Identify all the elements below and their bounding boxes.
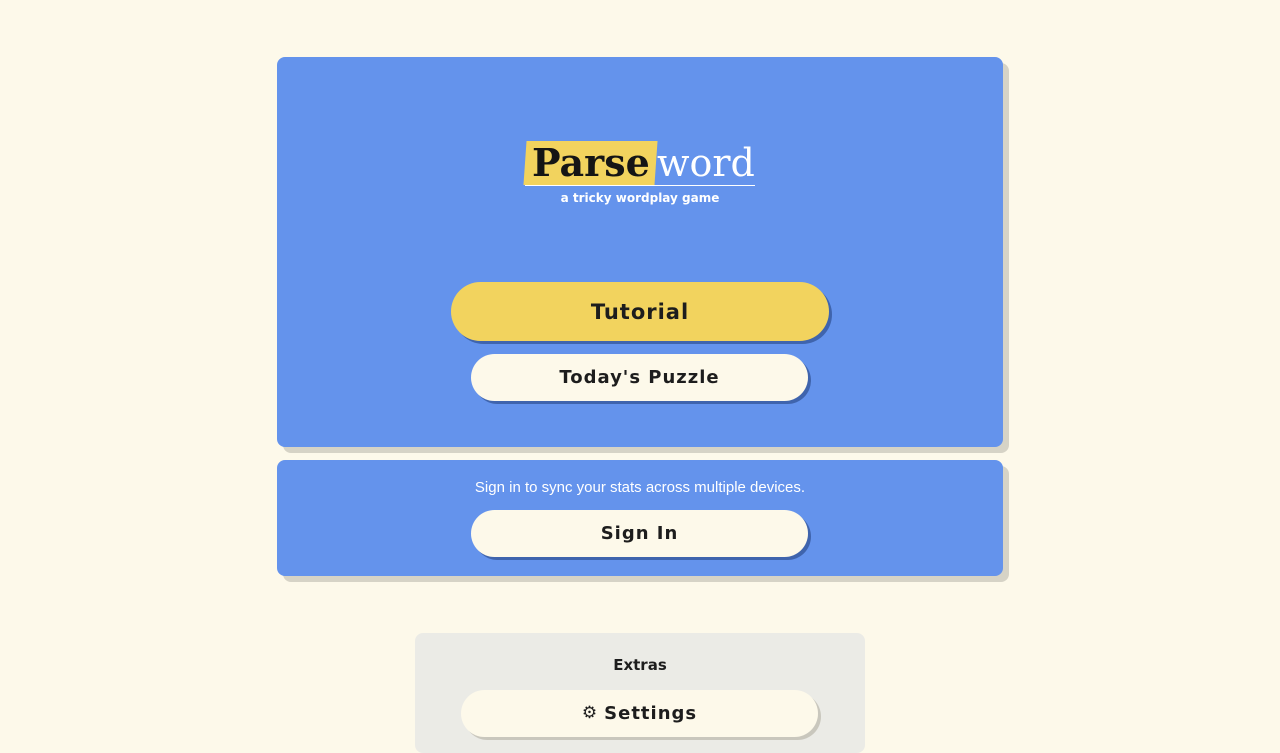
logo-highlight: Parse: [523, 140, 658, 185]
settings-button[interactable]: ⚙ Settings: [461, 690, 818, 737]
logo-rest: word: [656, 141, 755, 185]
logo: Parse word: [277, 140, 1003, 186]
signin-card: Sign in to sync your stats across multip…: [277, 460, 1003, 576]
logo-wordmark: Parse word: [523, 140, 755, 186]
logo-highlight-text: Parse: [532, 140, 650, 185]
todays-puzzle-button[interactable]: Today's Puzzle: [471, 354, 808, 401]
sign-in-button-label: Sign In: [600, 523, 679, 544]
sign-in-button[interactable]: Sign In: [471, 510, 808, 557]
extras-title: Extras: [613, 656, 667, 674]
tutorial-button-label: Tutorial: [590, 299, 690, 324]
signin-prompt: Sign in to sync your stats across multip…: [474, 479, 806, 496]
hero-card: Parse word a tricky wordplay game Tutoria…: [277, 57, 1003, 447]
extras-card: Extras ⚙ Settings: [415, 633, 865, 753]
tutorial-button[interactable]: Tutorial: [451, 282, 829, 341]
todays-puzzle-button-label: Today's Puzzle: [559, 367, 720, 388]
settings-button-label: Settings: [604, 703, 698, 724]
gear-icon: ⚙: [581, 703, 599, 723]
tagline: a tricky wordplay game: [560, 191, 720, 205]
